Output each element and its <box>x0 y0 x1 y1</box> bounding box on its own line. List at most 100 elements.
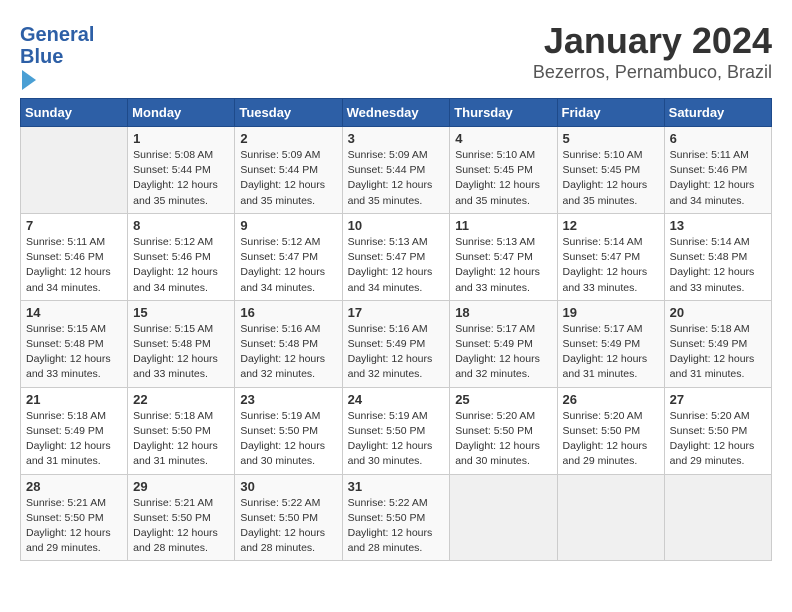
header-saturday: Saturday <box>664 99 771 127</box>
day-number: 7 <box>26 218 122 233</box>
calendar-cell: 6 Sunrise: 5:11 AMSunset: 5:46 PMDaylight… <box>664 127 771 214</box>
day-info: Sunrise: 5:09 AMSunset: 5:44 PMDaylight:… <box>348 148 445 209</box>
calendar-week-3: 14 Sunrise: 5:15 AMSunset: 5:48 PMDayligh… <box>21 300 772 387</box>
day-info: Sunrise: 5:22 AMSunset: 5:50 PMDaylight:… <box>240 496 336 557</box>
calendar-cell: 30Sunrise: 5:22 AMSunset: 5:50 PMDayligh… <box>235 474 342 561</box>
day-number: 6 <box>670 131 766 146</box>
header-monday: Monday <box>128 99 235 127</box>
day-number: 22 <box>133 392 229 407</box>
calendar-cell: 18 Sunrise: 5:17 AMSunset: 5:49 PMDayligh… <box>450 300 557 387</box>
day-number: 13 <box>670 218 766 233</box>
calendar-week-1: 1 Sunrise: 5:08 AMSunset: 5:44 PMDaylight… <box>21 127 772 214</box>
day-info: Sunrise: 5:15 AMSunset: 5:48 PMDaylight:… <box>26 322 122 383</box>
day-number: 16 <box>240 305 336 320</box>
header-sunday: Sunday <box>21 99 128 127</box>
header-wednesday: Wednesday <box>342 99 450 127</box>
day-info: Sunrise: 5:12 AMSunset: 5:47 PMDaylight:… <box>240 235 336 296</box>
day-number: 19 <box>563 305 659 320</box>
calendar-cell: 26 Sunrise: 5:20 AMSunset: 5:50 PMDayligh… <box>557 387 664 474</box>
day-number: 14 <box>26 305 122 320</box>
day-info: Sunrise: 5:09 AMSunset: 5:44 PMDaylight:… <box>240 148 336 209</box>
day-number: 26 <box>563 392 659 407</box>
day-number: 17 <box>348 305 445 320</box>
header-friday: Friday <box>557 99 664 127</box>
calendar-cell: 24Sunrise: 5:19 AMSunset: 5:50 PMDayligh… <box>342 387 450 474</box>
calendar-week-4: 21Sunrise: 5:18 AMSunset: 5:49 PMDayligh… <box>21 387 772 474</box>
calendar-week-2: 7 Sunrise: 5:11 AMSunset: 5:46 PMDaylight… <box>21 213 772 300</box>
calendar-cell <box>21 127 128 214</box>
day-info: Sunrise: 5:18 AMSunset: 5:49 PMDaylight:… <box>670 322 766 383</box>
day-info: Sunrise: 5:08 AMSunset: 5:44 PMDaylight:… <box>133 148 229 209</box>
day-number: 2 <box>240 131 336 146</box>
day-info: Sunrise: 5:11 AMSunset: 5:46 PMDaylight:… <box>670 148 766 209</box>
day-info: Sunrise: 5:20 AMSunset: 5:50 PMDaylight:… <box>670 409 766 470</box>
day-number: 10 <box>348 218 445 233</box>
calendar-cell: 1 Sunrise: 5:08 AMSunset: 5:44 PMDaylight… <box>128 127 235 214</box>
calendar-cell: 4Sunrise: 5:10 AMSunset: 5:45 PMDaylight… <box>450 127 557 214</box>
day-number: 15 <box>133 305 229 320</box>
day-number: 12 <box>563 218 659 233</box>
calendar-cell: 3 Sunrise: 5:09 AMSunset: 5:44 PMDaylight… <box>342 127 450 214</box>
day-info: Sunrise: 5:21 AMSunset: 5:50 PMDaylight:… <box>133 496 229 557</box>
calendar-cell <box>557 474 664 561</box>
calendar-cell: 28Sunrise: 5:21 AMSunset: 5:50 PMDayligh… <box>21 474 128 561</box>
day-number: 29 <box>133 479 229 494</box>
calendar-cell: 31Sunrise: 5:22 AMSunset: 5:50 PMDayligh… <box>342 474 450 561</box>
day-number: 1 <box>133 131 229 146</box>
day-info: Sunrise: 5:16 AMSunset: 5:49 PMDaylight:… <box>348 322 445 383</box>
logo-arrow-icon <box>22 70 36 90</box>
day-info: Sunrise: 5:19 AMSunset: 5:50 PMDaylight:… <box>348 409 445 470</box>
calendar-cell: 2 Sunrise: 5:09 AMSunset: 5:44 PMDaylight… <box>235 127 342 214</box>
logo: General Blue <box>20 24 94 90</box>
day-number: 18 <box>455 305 551 320</box>
day-number: 23 <box>240 392 336 407</box>
main-title: January 2024 <box>20 20 772 62</box>
calendar-cell: 15 Sunrise: 5:15 AMSunset: 5:48 PMDayligh… <box>128 300 235 387</box>
calendar-cell: 10 Sunrise: 5:13 AMSunset: 5:47 PMDayligh… <box>342 213 450 300</box>
calendar-cell: 7 Sunrise: 5:11 AMSunset: 5:46 PMDaylight… <box>21 213 128 300</box>
calendar-cell: 20 Sunrise: 5:18 AMSunset: 5:49 PMDayligh… <box>664 300 771 387</box>
header-thursday: Thursday <box>450 99 557 127</box>
day-info: Sunrise: 5:10 AMSunset: 5:45 PMDaylight:… <box>563 148 659 209</box>
subtitle: Bezerros, Pernambuco, Brazil <box>20 62 772 83</box>
calendar-cell: 13 Sunrise: 5:14 AMSunset: 5:48 PMDayligh… <box>664 213 771 300</box>
logo-blue: Blue <box>20 46 94 68</box>
calendar-cell: 29 Sunrise: 5:21 AMSunset: 5:50 PMDayligh… <box>128 474 235 561</box>
day-info: Sunrise: 5:17 AMSunset: 5:49 PMDaylight:… <box>563 322 659 383</box>
calendar-cell: 27 Sunrise: 5:20 AMSunset: 5:50 PMDayligh… <box>664 387 771 474</box>
calendar-header-row: SundayMondayTuesdayWednesdayThursdayFrid… <box>21 99 772 127</box>
calendar-cell: 17 Sunrise: 5:16 AMSunset: 5:49 PMDayligh… <box>342 300 450 387</box>
calendar-table: SundayMondayTuesdayWednesdayThursdayFrid… <box>20 98 772 561</box>
calendar-cell: 12Sunrise: 5:14 AMSunset: 5:47 PMDayligh… <box>557 213 664 300</box>
day-info: Sunrise: 5:18 AMSunset: 5:49 PMDaylight:… <box>26 409 122 470</box>
calendar-cell <box>450 474 557 561</box>
day-info: Sunrise: 5:11 AMSunset: 5:46 PMDaylight:… <box>26 235 122 296</box>
day-info: Sunrise: 5:12 AMSunset: 5:46 PMDaylight:… <box>133 235 229 296</box>
day-info: Sunrise: 5:19 AMSunset: 5:50 PMDaylight:… <box>240 409 336 470</box>
day-info: Sunrise: 5:22 AMSunset: 5:50 PMDaylight:… <box>348 496 445 557</box>
calendar-week-5: 28 Sunrise: 5:21 AMSunset: 5:50 PMDayligh… <box>21 474 772 561</box>
day-number: 27 <box>670 392 766 407</box>
day-info: Sunrise: 5:20 AMSunset: 5:50 PMDaylight:… <box>455 409 551 470</box>
day-info: Sunrise: 5:15 AMSunset: 5:48 PMDaylight:… <box>133 322 229 383</box>
calendar-cell: 19 Sunrise: 5:17 AMSunset: 5:49 PMDayligh… <box>557 300 664 387</box>
calendar-cell: 5 Sunrise: 5:10 AMSunset: 5:45 PMDaylight… <box>557 127 664 214</box>
day-number: 3 <box>348 131 445 146</box>
day-info: Sunrise: 5:14 AMSunset: 5:48 PMDaylight:… <box>670 235 766 296</box>
day-number: 8 <box>133 218 229 233</box>
day-info: Sunrise: 5:20 AMSunset: 5:50 PMDaylight:… <box>563 409 659 470</box>
calendar-cell: 14 Sunrise: 5:15 AMSunset: 5:48 PMDayligh… <box>21 300 128 387</box>
day-info: Sunrise: 5:13 AMSunset: 5:47 PMDaylight:… <box>455 235 551 296</box>
day-number: 20 <box>670 305 766 320</box>
day-number: 25 <box>455 392 551 407</box>
calendar-body: 1 Sunrise: 5:08 AMSunset: 5:44 PMDaylight… <box>21 127 772 561</box>
calendar-cell: 9Sunrise: 5:12 AMSunset: 5:47 PMDaylight… <box>235 213 342 300</box>
logo-general: General <box>20 24 94 46</box>
calendar-cell: 16Sunrise: 5:16 AMSunset: 5:48 PMDayligh… <box>235 300 342 387</box>
calendar-cell: 25 Sunrise: 5:20 AMSunset: 5:50 PMDayligh… <box>450 387 557 474</box>
day-number: 5 <box>563 131 659 146</box>
day-info: Sunrise: 5:17 AMSunset: 5:49 PMDaylight:… <box>455 322 551 383</box>
day-info: Sunrise: 5:13 AMSunset: 5:47 PMDaylight:… <box>348 235 445 296</box>
calendar-cell: 11Sunrise: 5:13 AMSunset: 5:47 PMDayligh… <box>450 213 557 300</box>
day-number: 28 <box>26 479 122 494</box>
